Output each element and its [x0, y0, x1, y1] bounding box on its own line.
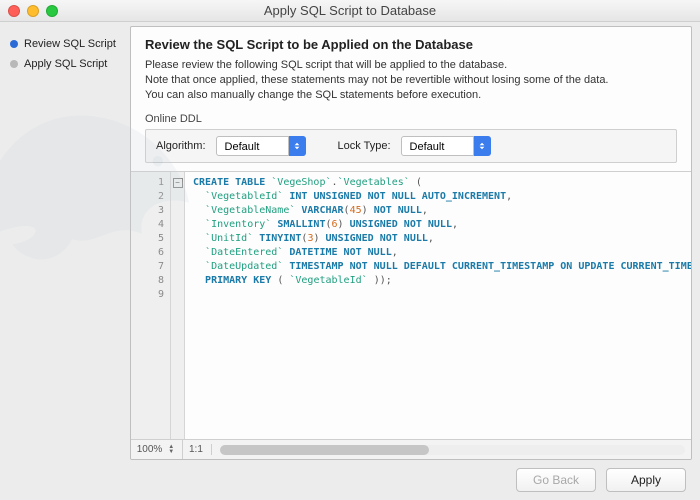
algorithm-select[interactable]: Default [216, 136, 306, 156]
sql-editor[interactable]: 123456789 − CREATE TABLE `VegeShop`.`Veg… [131, 171, 691, 439]
dialog-footer: Go Back Apply [0, 460, 700, 500]
editor-statusbar: 100% ▲▼ 1:1 [131, 439, 691, 459]
go-back-button[interactable]: Go Back [516, 468, 596, 492]
apply-button[interactable]: Apply [606, 468, 686, 492]
window-close-button[interactable] [8, 5, 20, 17]
window-zoom-button[interactable] [46, 5, 58, 17]
fold-toggle-icon[interactable]: − [173, 178, 183, 188]
wizard-step-apply[interactable]: Apply SQL Script [10, 58, 120, 70]
locktype-label: Lock Type: [338, 140, 391, 152]
window-minimize-button[interactable] [27, 5, 39, 17]
desc-line: You can also manually change the SQL sta… [145, 88, 677, 103]
online-ddl-group-label: Online DDL [145, 113, 677, 125]
wizard-sidebar: Review SQL Script Apply SQL Script [0, 22, 130, 460]
scrollbar-thumb[interactable] [220, 445, 429, 455]
fold-column: − [171, 172, 185, 439]
zoom-value: 100% [137, 444, 163, 455]
line-number-gutter: 123456789 [131, 172, 171, 439]
step-bullet-active-icon [10, 40, 18, 48]
desc-line: Note that once applied, these statements… [145, 73, 677, 88]
wizard-step-label: Apply SQL Script [24, 58, 107, 70]
algorithm-label: Algorithm: [156, 140, 206, 152]
main-panel: Review the SQL Script to be Applied on t… [130, 26, 692, 460]
titlebar: Apply SQL Script to Database [0, 0, 700, 22]
horizontal-scrollbar[interactable] [220, 445, 685, 455]
window-title: Apply SQL Script to Database [264, 3, 436, 18]
locktype-select[interactable]: Default [401, 136, 491, 156]
desc-line: Please review the following SQL script t… [145, 58, 677, 73]
zoom-ratio: 1:1 [189, 444, 212, 455]
zoom-stepper-icon[interactable]: ▲▼ [166, 445, 176, 455]
wizard-step-review[interactable]: Review SQL Script [10, 38, 120, 50]
wizard-step-label: Review SQL Script [24, 38, 116, 50]
page-description: Please review the following SQL script t… [131, 56, 691, 109]
online-ddl-row: Algorithm: Default Lock Type: Default [145, 129, 677, 163]
step-bullet-inactive-icon [10, 60, 18, 68]
zoom-control[interactable]: 100% ▲▼ [131, 440, 183, 459]
code-area[interactable]: CREATE TABLE `VegeShop`.`Vegetables` ( `… [185, 172, 691, 439]
page-title: Review the SQL Script to be Applied on t… [131, 27, 691, 56]
